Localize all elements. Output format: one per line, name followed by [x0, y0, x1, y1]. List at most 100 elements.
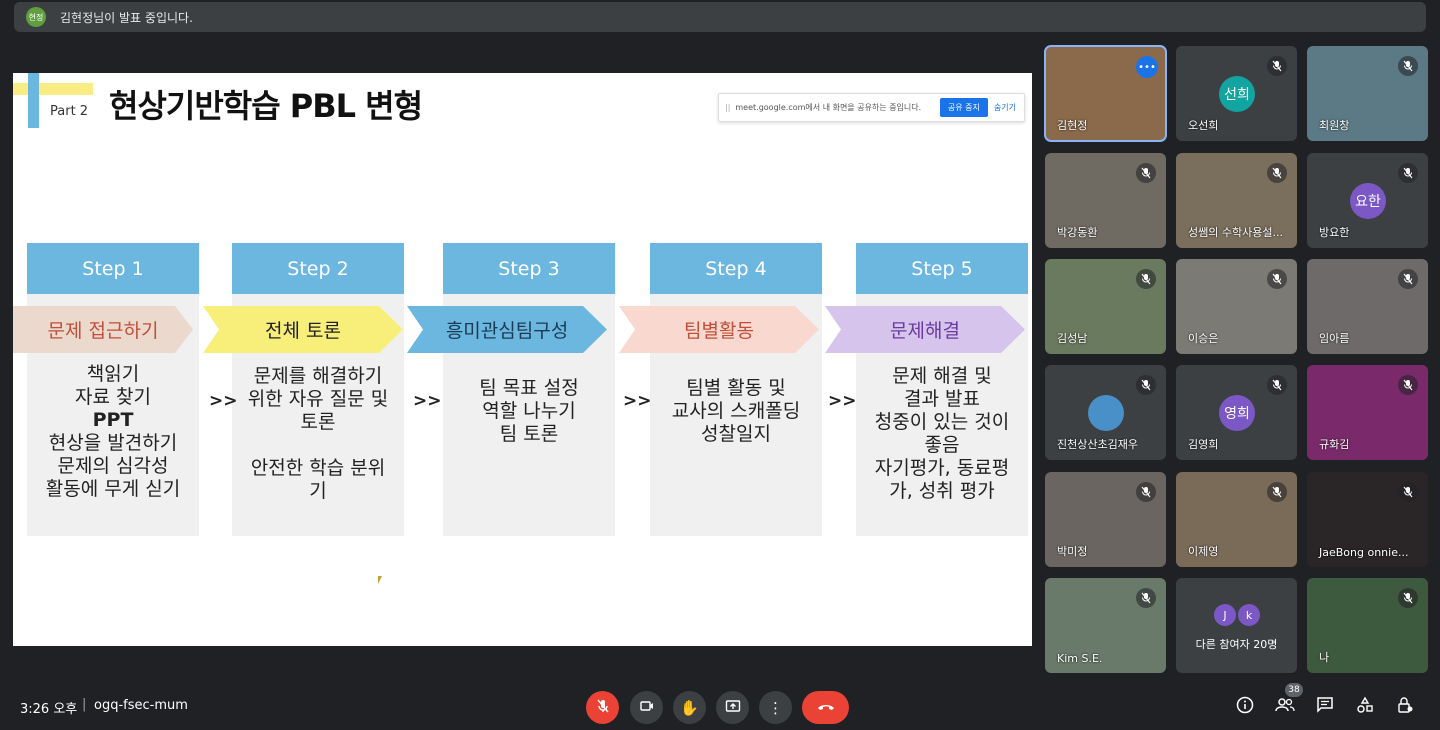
mic-muted-icon — [1398, 375, 1418, 395]
participant-tile[interactable]: 영희 김영희 — [1176, 365, 1297, 460]
participant-name: JaeBong onnie... — [1319, 546, 1409, 559]
mic-muted-icon — [1136, 375, 1156, 395]
participant-tile[interactable]: 성쌤의 수학사용설... — [1176, 153, 1297, 248]
participant-tile[interactable]: 나 — [1307, 578, 1428, 673]
host-controls-button[interactable] — [1392, 694, 1418, 720]
participant-name: 박미정 — [1057, 545, 1088, 558]
mic-off-icon — [595, 698, 611, 718]
step-description: 문제를 해결하기 위한 자유 질문 및 토론 안전한 학습 분위 기 — [232, 365, 404, 503]
other-participants-label: 다른 참여자 20명 — [1195, 638, 1278, 651]
step-description: 팀별 활동 및 교사의 스캐폴딩 성찰일지 — [650, 377, 822, 446]
step-description-line: 팀 목표 설정 — [479, 377, 579, 399]
stop-sharing-button[interactable]: 공유 중지 — [939, 98, 988, 117]
mic-muted-icon — [1267, 482, 1287, 502]
participant-name: Kim S.E. — [1057, 652, 1103, 665]
camera-toggle-button[interactable] — [630, 691, 663, 724]
step-arrow-label: 전체 토론 — [203, 306, 403, 353]
step-description-line: 청중이 있는 것이 — [874, 411, 1010, 433]
mic-muted-icon — [1267, 163, 1287, 183]
participant-tile[interactable]: 박강동환 — [1045, 153, 1166, 248]
participant-name: 이승은 — [1188, 332, 1219, 345]
participant-tile[interactable]: 이승은 — [1176, 259, 1297, 354]
participant-tile[interactable]: 박미정 — [1045, 472, 1166, 567]
participant-name: 김현정 — [1057, 119, 1088, 132]
mic-toggle-button[interactable] — [586, 691, 619, 724]
presentation-screen: Part 2 현상기반학습 PBL 변형 || meet.google.com에… — [13, 73, 1032, 646]
participant-count-badge: 38 — [1285, 683, 1303, 697]
step-description-line: 좋음 — [924, 434, 960, 456]
step-description-line: 결과 발표 — [904, 388, 980, 410]
step-description: 팀 목표 설정 역할 나누기 팀 토론 — [443, 377, 615, 446]
hide-notice-link[interactable]: 숨기기 — [994, 102, 1016, 113]
step-description: 문제 해결 및 결과 발표 청중이 있는 것이 좋음 자기평가, 동료평 가, 성취 평가 — [856, 365, 1028, 503]
meeting-details-button[interactable] — [1232, 694, 1258, 720]
participant-tile[interactable]: 임아름 — [1307, 259, 1428, 354]
meeting-time: 3:26 오후 — [20, 702, 78, 717]
participant-name: 진천상산초김재우 — [1057, 438, 1138, 451]
more-icon: ⋮ — [768, 698, 783, 717]
bottom-toolbar: 3:26 오후 | ogq-fsec-mum ✋ ⋮ — [0, 684, 1440, 730]
activities-button[interactable] — [1352, 694, 1378, 720]
step-arrow-label: 문제해결 — [825, 306, 1025, 353]
mic-muted-icon — [1398, 56, 1418, 76]
participant-name: 오선희 — [1188, 119, 1219, 132]
mic-muted-icon — [1136, 482, 1156, 502]
mic-muted-icon — [1267, 56, 1287, 76]
step-description-line: 활동에 무게 싣기 — [45, 478, 181, 500]
step-header: Step 3 — [443, 243, 615, 294]
host-controls-icon — [1396, 696, 1414, 718]
step-arrow-label: 흥미관심팀구성 — [407, 306, 607, 353]
participant-tile[interactable]: JaeBong onnie... — [1307, 472, 1428, 567]
participant-name: 규화김 — [1319, 438, 1350, 451]
raise-hand-button[interactable]: ✋ — [673, 691, 706, 724]
step-description-line: 역할 나누기 — [482, 400, 576, 422]
step-header: Step 5 — [856, 243, 1028, 294]
mic-muted-icon — [1398, 269, 1418, 289]
participant-avatar: 영희 — [1219, 395, 1255, 431]
presenting-banner: 현정 김현정님이 발표 중입니다. — [14, 2, 1426, 32]
participant-tile[interactable]: 김성남 — [1045, 259, 1166, 354]
step-arrow-label: 팀별활동 — [619, 306, 819, 353]
participant-name: 최원창 — [1319, 119, 1350, 132]
drag-handle-icon[interactable]: || — [725, 103, 730, 112]
presenting-text: 김현정님이 발표 중입니다. — [60, 10, 193, 25]
present-screen-button[interactable] — [716, 691, 749, 724]
step-header: Step 4 — [650, 243, 822, 294]
participant-name: 성쌤의 수학사용설... — [1188, 226, 1283, 239]
end-call-icon — [817, 699, 835, 717]
step-description-line: 문제의 심각성 — [57, 455, 169, 477]
participant-tile[interactable]: Jk 다른 참여자 20명 — [1176, 578, 1297, 673]
participant-tile[interactable]: Kim S.E. — [1045, 578, 1166, 673]
participant-tile[interactable]: 요한 방요한 — [1307, 153, 1428, 248]
participant-tile[interactable]: 김현정 ••• — [1044, 45, 1167, 142]
raise-hand-icon: ✋ — [680, 698, 699, 717]
end-call-button[interactable] — [802, 691, 849, 724]
people-icon — [1275, 696, 1295, 718]
speaking-indicator-icon: ••• — [1136, 56, 1158, 78]
present-icon — [725, 698, 741, 718]
step-description-line: 기 — [309, 480, 327, 502]
step-description-line: 문제를 해결하기 — [253, 365, 383, 387]
info-separator: | — [82, 697, 87, 712]
participant-name: 김성남 — [1057, 332, 1088, 345]
participant-tile[interactable]: 선희 오선희 — [1176, 46, 1297, 141]
people-button[interactable] — [1272, 694, 1298, 720]
step-description-line: 팀별 활동 및 — [686, 377, 786, 399]
participant-tile[interactable]: 최원창 — [1307, 46, 1428, 141]
step-description-line: 자기평가, 동료평 — [874, 457, 1010, 479]
mic-muted-icon — [1136, 269, 1156, 289]
step-separator: >> — [828, 391, 857, 411]
mic-muted-icon — [1398, 482, 1418, 502]
step-description-line: 자료 찾기 — [75, 386, 151, 408]
participant-tile[interactable]: 이제영 — [1176, 472, 1297, 567]
participant-tile[interactable]: 진천상산초김재우 — [1045, 365, 1166, 460]
more-options-button[interactable]: ⋮ — [759, 691, 792, 724]
participant-name: 김영희 — [1188, 438, 1219, 451]
step-description-line: PPT — [92, 409, 134, 431]
participant-tile[interactable]: 규화김 — [1307, 365, 1428, 460]
participant-avatar: k — [1238, 604, 1260, 626]
activities-icon — [1356, 696, 1374, 718]
mic-muted-icon — [1398, 163, 1418, 183]
chat-button[interactable] — [1312, 694, 1338, 720]
step-description-line: 책읽기 — [86, 363, 140, 385]
